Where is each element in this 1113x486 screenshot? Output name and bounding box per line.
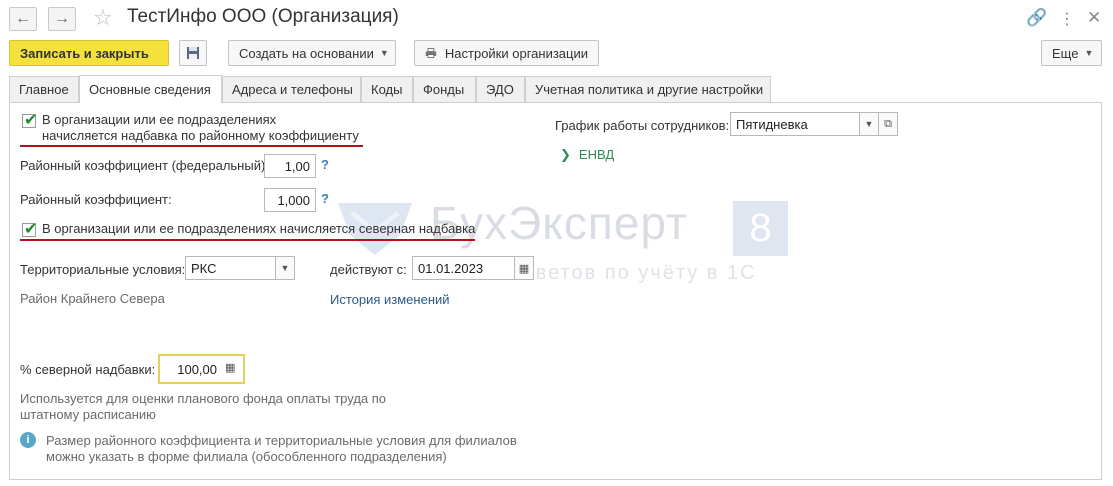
tab-basic-info[interactable]: Основные сведения [79, 75, 222, 103]
open-window-icon: ⧉ [884, 117, 892, 130]
printer-icon [425, 48, 437, 58]
usage-note-line1: Используется для оценки планового фонда … [20, 391, 387, 406]
envd-expander[interactable]: ❯ ЕНВД [560, 147, 614, 163]
federal-coef-input[interactable]: 1,00 [264, 154, 316, 178]
link-icon[interactable]: 🔗 [1026, 8, 1047, 28]
create-based-on-button[interactable]: Создать на основании ▼ [228, 40, 396, 66]
coef-help[interactable]: ? [321, 191, 329, 206]
save-close-button[interactable]: Записать и закрыть [9, 40, 169, 66]
window-title: ТестИнфо ООО (Организация) [127, 6, 399, 27]
create-based-label: Создать на основании [239, 45, 374, 61]
save-button[interactable] [179, 40, 207, 66]
favorite-star-icon[interactable]: ☆ [93, 5, 113, 31]
envd-label: ЕНВД [578, 147, 615, 162]
tab-funds[interactable]: Фонды [413, 76, 476, 102]
arrow-left-icon: ← [15, 10, 31, 27]
history-link[interactable]: История изменений [330, 292, 450, 307]
save-close-label: Записать и закрыть [20, 45, 149, 61]
regional-coef-checkbox[interactable]: ✔ [22, 112, 37, 129]
back-button[interactable]: ← [9, 7, 37, 31]
schedule-open-button[interactable]: ⧉ [878, 112, 898, 136]
check-icon: ✔ [24, 112, 38, 129]
check-icon: ✔ [24, 221, 38, 238]
territory-dropdown-button[interactable]: ▼ [275, 256, 295, 280]
northern-pct-label: % северной надбавки: [20, 362, 156, 377]
more-button[interactable]: Еще ▼ [1041, 40, 1102, 66]
org-settings-button[interactable]: Настройки организации [414, 40, 599, 66]
schedule-dropdown-button[interactable]: ▼ [859, 112, 879, 136]
forward-button[interactable]: → [48, 7, 76, 31]
regional-checkbox-label-line2: начисляется надбавка по районному коэффи… [42, 128, 359, 143]
info-text-line1: Размер районного коэффициента и территор… [46, 433, 517, 448]
calendar-button[interactable]: ▦ [514, 256, 534, 280]
northern-pct-value: 100,00 [177, 361, 217, 377]
tab-codes[interactable]: Коды [361, 76, 413, 102]
tab-addresses-phones[interactable]: Адреса и телефоны [222, 76, 361, 102]
schedule-select[interactable]: Пятидневка [730, 112, 860, 136]
calendar-icon: ▦ [518, 262, 530, 275]
effective-from-label: действуют с: [330, 262, 407, 277]
federal-coef-label: Районный коэффициент (федеральный): [20, 158, 269, 173]
red-underline [20, 239, 475, 241]
chevron-down-icon: ▼ [379, 48, 389, 58]
effective-date-input[interactable]: 01.01.2023 [412, 256, 515, 280]
coef-label: Районный коэффициент: [20, 192, 172, 207]
floppy-disk-icon [187, 47, 199, 59]
chevron-down-icon: ▼ [280, 263, 290, 273]
red-underline [20, 145, 363, 147]
territory-select[interactable]: РКС [185, 256, 276, 280]
usage-note-line2: штатному расписанию [20, 407, 156, 422]
chevron-down-icon: ▼ [864, 119, 874, 129]
arrow-right-icon: → [54, 10, 70, 27]
close-icon[interactable]: ✕ [1087, 8, 1101, 28]
regional-checkbox-label-line1: В организации или ее подразделениях [42, 112, 277, 127]
coef-input[interactable]: 1,000 [264, 188, 316, 212]
info-icon: i [20, 432, 36, 448]
watermark-badge: 8 [733, 201, 788, 256]
calculator-icon[interactable]: ▦ [225, 361, 235, 374]
northern-allowance-checkbox[interactable]: ✔ [22, 221, 37, 238]
tab-accounting-policy[interactable]: Учетная политика и другие настройки [525, 76, 771, 102]
schedule-label: График работы сотрудников: [555, 118, 730, 133]
tab-edo[interactable]: ЭДО [476, 76, 525, 102]
territory-label: Территориальные условия: [20, 262, 186, 277]
chevron-down-icon: ▼ [1084, 48, 1094, 58]
tab-main[interactable]: Главное [9, 76, 79, 102]
chevron-right-icon: ❯ [560, 147, 571, 162]
territory-description: Район Крайнего Севера [20, 291, 165, 306]
federal-coef-help[interactable]: ? [321, 157, 329, 172]
info-text-line2: можно указать в форме филиала (обособлен… [46, 449, 447, 464]
northern-checkbox-label: В организации или ее подразделениях начи… [42, 221, 476, 236]
org-settings-label: Настройки организации [444, 45, 588, 61]
more-vertical-icon[interactable]: ⋮ [1059, 9, 1075, 29]
more-label: Еще [1052, 45, 1079, 61]
